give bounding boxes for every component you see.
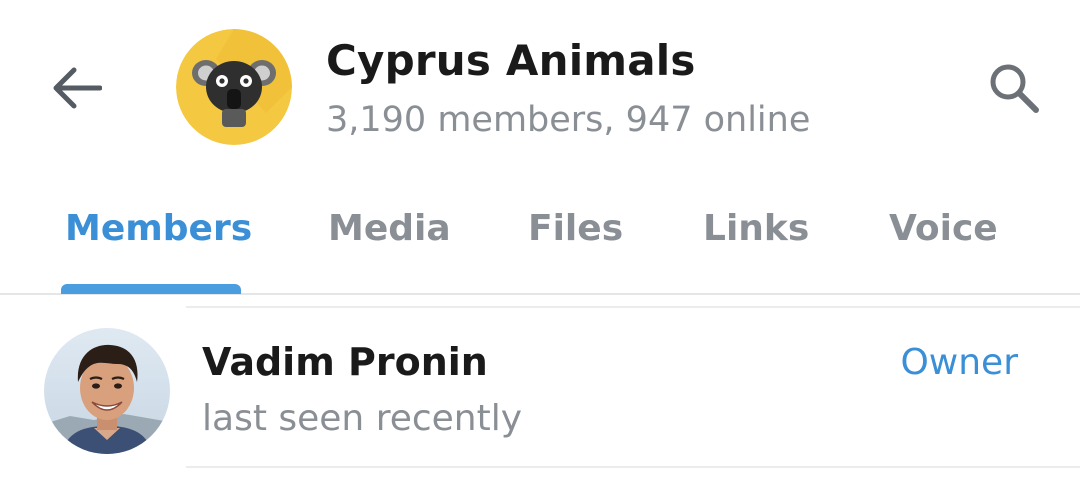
group-member-count: 3,190 members, 947 online bbox=[326, 100, 811, 140]
member-role-badge: Owner bbox=[900, 342, 1018, 383]
arrow-left-icon bbox=[53, 67, 102, 109]
tab-members[interactable]: Members bbox=[65, 190, 252, 294]
tab-bar: Members Media Files Links Voice bbox=[0, 190, 1080, 294]
user-photo-icon bbox=[44, 328, 170, 454]
member-name: Vadim Pronin bbox=[202, 340, 488, 384]
member-last-seen: last seen recently bbox=[202, 398, 523, 439]
tab-links[interactable]: Links bbox=[703, 190, 809, 294]
list-item[interactable]: Vadim Pronin last seen recently Owner bbox=[0, 308, 1080, 468]
back-button[interactable] bbox=[44, 56, 108, 120]
list-divider bbox=[186, 466, 1080, 468]
header: Cyprus Animals 3,190 members, 947 online bbox=[0, 0, 1080, 170]
group-title: Cyprus Animals bbox=[326, 36, 696, 85]
koala-icon bbox=[176, 29, 292, 145]
magnifier-icon bbox=[990, 64, 1039, 113]
tab-media[interactable]: Media bbox=[328, 190, 451, 294]
avatar[interactable] bbox=[44, 328, 170, 454]
tab-files[interactable]: Files bbox=[528, 190, 623, 294]
group-avatar[interactable] bbox=[176, 29, 292, 145]
search-button[interactable] bbox=[978, 52, 1050, 124]
group-info-screen: Cyprus Animals 3,190 members, 947 online… bbox=[0, 0, 1080, 480]
tab-voice[interactable]: Voice bbox=[889, 190, 998, 294]
active-tab-indicator bbox=[61, 284, 241, 294]
